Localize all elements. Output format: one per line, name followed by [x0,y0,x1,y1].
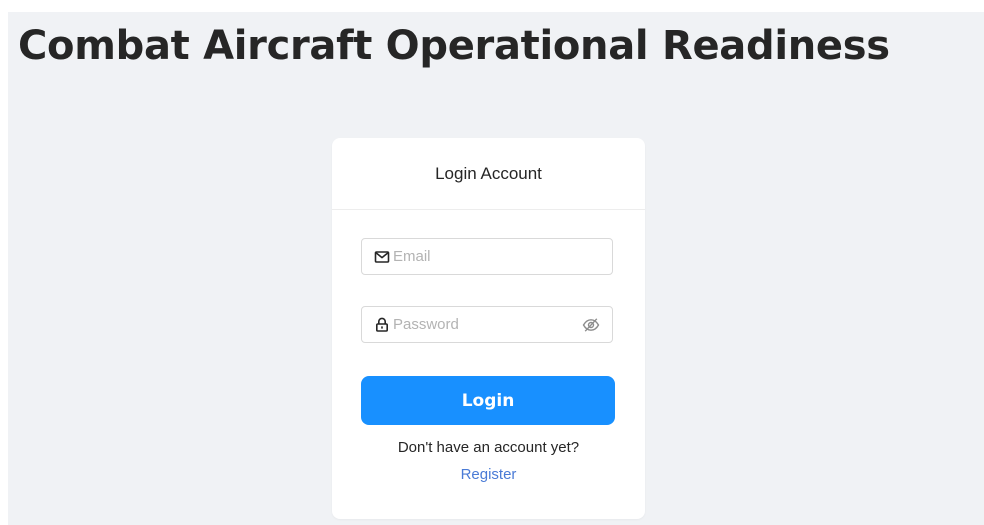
eye-slash-icon[interactable] [582,316,600,334]
login-button[interactable]: Login [361,376,615,425]
lock-icon [374,317,390,333]
login-card: Login Account Email Login Don't have an … [332,138,645,519]
page-title: Combat Aircraft Operational Readiness [18,23,890,69]
login-card-title: Login Account [332,138,645,210]
email-field[interactable] [361,238,613,275]
password-field[interactable] [361,306,613,343]
password-input[interactable] [393,316,582,333]
register-link[interactable]: Register [332,466,645,483]
page-background: Combat Aircraft Operational Readiness Lo… [8,12,984,525]
register-prompt: Don't have an account yet? [397,439,580,456]
mail-icon [374,249,390,265]
email-input[interactable] [393,248,600,265]
